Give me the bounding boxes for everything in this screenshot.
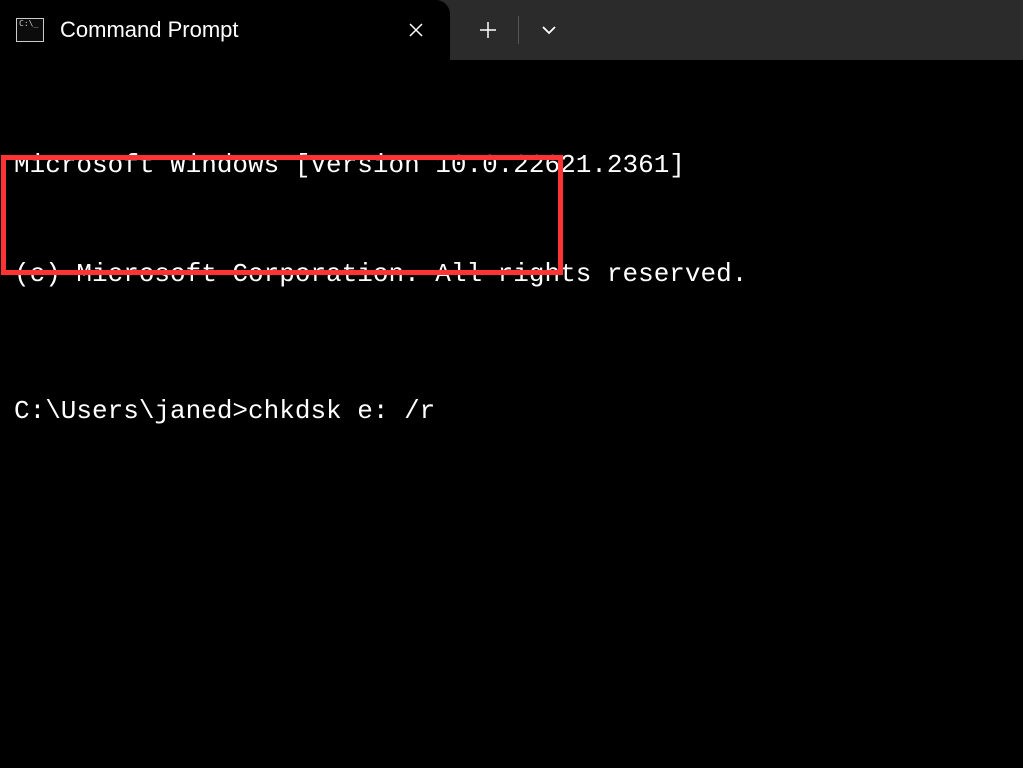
copyright-line: (c) Microsoft Corporation. All rights re…	[14, 256, 1009, 292]
tab-dropdown-button[interactable]	[531, 12, 567, 48]
cmd-icon	[16, 18, 44, 42]
prompt-line: C:\Users\janed>chkdsk e: /r	[14, 393, 1009, 429]
terminal-output[interactable]: Microsoft Windows [Version 10.0.22621.23…	[0, 60, 1023, 480]
tab-title: Command Prompt	[60, 17, 402, 43]
command-text: chkdsk e: /r	[248, 396, 435, 426]
version-line: Microsoft Windows [Version 10.0.22621.23…	[14, 147, 1009, 183]
divider	[518, 16, 519, 44]
prompt-text: C:\Users\janed>	[14, 396, 248, 426]
close-icon	[408, 22, 424, 38]
close-tab-button[interactable]	[402, 16, 430, 44]
title-actions	[450, 0, 567, 60]
chevron-down-icon	[540, 21, 558, 39]
terminal-tab[interactable]: Command Prompt	[0, 0, 450, 60]
title-bar: Command Prompt	[0, 0, 1023, 60]
new-tab-button[interactable]	[470, 12, 506, 48]
plus-icon	[479, 21, 497, 39]
